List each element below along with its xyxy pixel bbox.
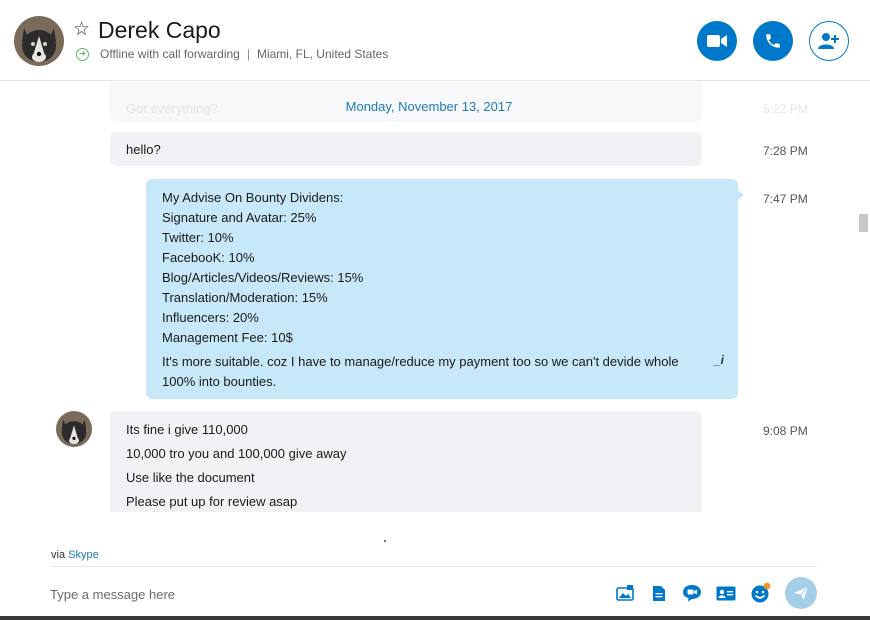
compose-divider — [50, 566, 817, 567]
phone-icon — [766, 34, 780, 48]
add-people-button[interactable] — [809, 21, 849, 61]
via-label: via Skype — [51, 549, 99, 561]
conversation-header: ☆ Derek Capo ➜ Offline with call forward… — [0, 0, 870, 81]
message-text: 10,000 tro you and 100,000 give away — [126, 446, 347, 461]
message-text: 100% into bounties. — [162, 374, 277, 389]
contact-avatar[interactable] — [14, 16, 64, 66]
message-text: Use like the document — [126, 470, 255, 485]
favorite-star-icon[interactable]: ☆ — [73, 20, 90, 39]
sender-avatar[interactable] — [56, 411, 92, 447]
emoticons-button[interactable] — [750, 582, 772, 604]
scrollbar-track[interactable] — [857, 82, 870, 512]
message-text: It's more suitable. coz I have to manage… — [162, 354, 679, 369]
contact-card-icon — [716, 586, 736, 600]
message-text: FacebooK: 10% — [162, 250, 255, 265]
message-text: Please put up for review asap — [126, 494, 298, 509]
message-text: Influencers: 20% — [162, 310, 259, 325]
media-button[interactable] — [614, 582, 636, 604]
add-person-icon — [818, 33, 839, 49]
video-message-button[interactable] — [681, 582, 703, 604]
send-contact-button[interactable] — [715, 582, 737, 604]
message-bubble-incoming[interactable] — [110, 132, 702, 166]
message-text: Management Fee: 10$ — [162, 330, 293, 345]
via-skype-link[interactable]: Skype — [68, 549, 99, 561]
typing-indicator-dot — [384, 540, 386, 542]
scrollbar-thumb[interactable] — [859, 214, 868, 232]
audio-call-button[interactable] — [753, 21, 793, 61]
video-message-icon — [683, 585, 701, 602]
contact-name[interactable]: Derek Capo — [98, 17, 221, 44]
via-prefix: via — [51, 549, 66, 561]
message-input[interactable] — [50, 582, 590, 606]
status-separator: | — [246, 47, 250, 61]
status-text: Offline with call forwarding — [100, 47, 240, 61]
video-camera-icon — [707, 35, 727, 47]
send-file-button[interactable] — [648, 582, 670, 604]
video-call-button[interactable] — [697, 21, 737, 61]
emoticon-icon — [751, 582, 771, 603]
location-text: Miami, FL, United States — [256, 47, 389, 61]
send-message-button[interactable] — [785, 577, 817, 609]
bubble-tail — [738, 190, 744, 200]
call-forwarding-icon: ➜ — [76, 47, 89, 61]
file-icon — [653, 585, 665, 601]
message-text: hello? — [126, 142, 161, 157]
message-text: Twitter: 10% — [162, 230, 234, 245]
message-time: 9:08 PM — [763, 424, 808, 438]
contact-status: ➜ Offline with call forwarding | Miami, … — [76, 47, 388, 61]
media-icon — [616, 585, 634, 601]
message-time: 7:47 PM — [763, 192, 808, 206]
edited-icon[interactable]: _i — [714, 353, 724, 367]
send-icon — [794, 586, 809, 600]
message-history[interactable]: Got everything? 5:22 PM Monday, November… — [0, 82, 856, 512]
message-text: Signature and Avatar: 25% — [162, 210, 317, 225]
message-time: 7:28 PM — [763, 144, 808, 158]
message-text: Translation/Moderation: 15% — [162, 290, 328, 305]
message-text: Its fine i give 110,000 — [126, 422, 248, 437]
window-bottom-border — [0, 616, 870, 620]
message-text: Blog/Articles/Videos/Reviews: 15% — [162, 270, 364, 285]
date-separator: Monday, November 13, 2017 — [345, 99, 513, 114]
message-text: My Advise On Bounty Dividens: — [162, 190, 344, 205]
